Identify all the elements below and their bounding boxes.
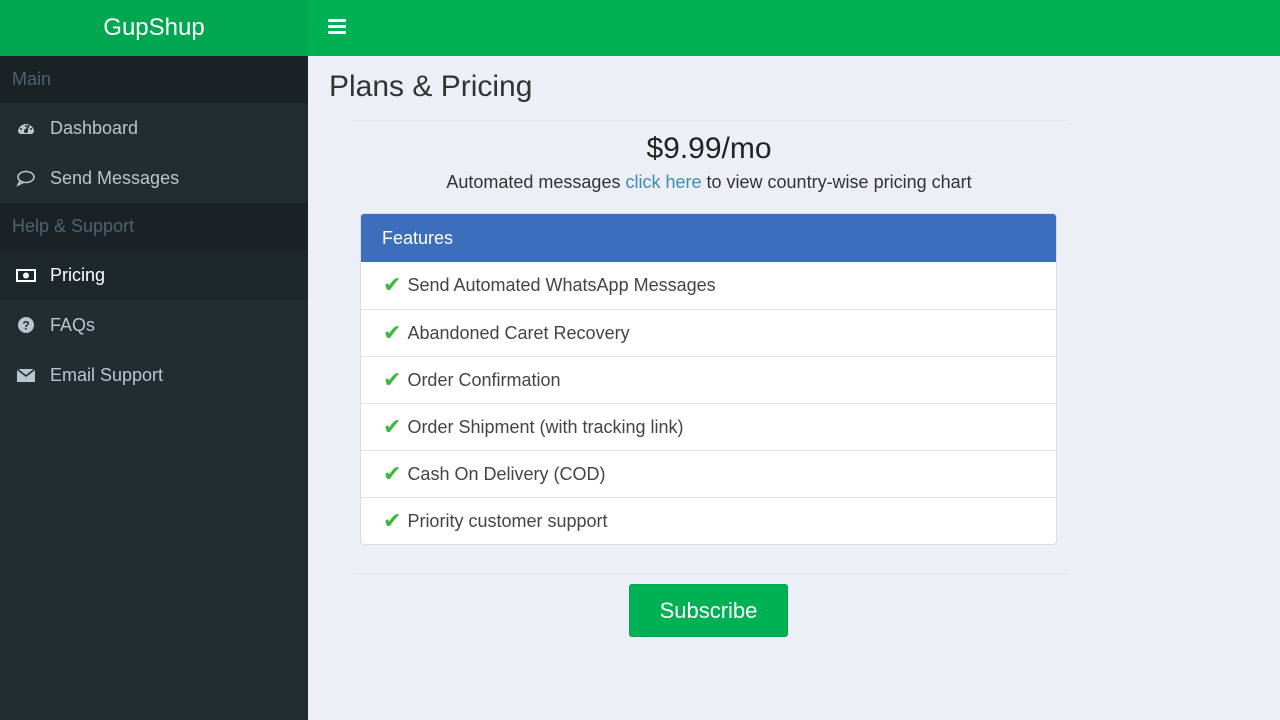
subscribe-button[interactable]: Subscribe — [629, 584, 788, 637]
feature-item: ✔ Order Confirmation — [361, 356, 1056, 403]
feature-item: ✔ Abandoned Caret Recovery — [361, 309, 1056, 356]
sidebar-item-email-support[interactable]: Email Support — [0, 350, 308, 400]
question-circle-icon: ? — [16, 315, 36, 335]
pricing-subtitle: Automated messages click here to view co… — [308, 172, 1110, 193]
feature-list: ✔ Send Automated WhatsApp Messages ✔ Abando… — [361, 262, 1056, 544]
feature-item: ✔ Order Shipment (with tracking link) — [361, 403, 1056, 450]
envelope-icon — [16, 365, 36, 385]
sidebar-item-label: Dashboard — [50, 117, 139, 138]
sidebar-section-main: Main — [0, 56, 308, 103]
page-title: Plans & Pricing — [329, 70, 533, 103]
sidebar-item-dashboard[interactable]: Dashboard — [0, 103, 308, 153]
subtitle-suffix: to view country-wise pricing chart — [706, 172, 972, 192]
divider — [353, 120, 1068, 121]
checkmark-icon: ✔ — [383, 273, 402, 298]
checkmark-icon: ✔ — [383, 414, 402, 440]
feature-item: ✔ Priority customer support — [361, 497, 1056, 544]
sidebar-section-help: Help & Support — [0, 203, 308, 250]
feature-label: Abandoned Caret Recovery — [407, 322, 630, 343]
chat-bubble-icon — [16, 168, 36, 188]
features-header: Features — [361, 214, 1056, 262]
country-pricing-link[interactable]: click here — [625, 172, 701, 192]
feature-item: ✔ Send Automated WhatsApp Messages — [361, 262, 1056, 309]
checkmark-icon: ✔ — [383, 320, 402, 346]
main-content: Plans & Pricing $9.99/mo Automated messa… — [308, 56, 1280, 720]
features-panel: Features ✔ Send Automated WhatsApp Messag… — [360, 213, 1057, 545]
top-navbar — [308, 0, 1280, 56]
sidebar-item-label: FAQs — [50, 314, 96, 335]
feature-label: Order Shipment (with tracking link) — [407, 416, 684, 437]
sidebar-item-label: Email Support — [50, 364, 164, 385]
hamburger-icon[interactable] — [328, 19, 346, 37]
sidebar-item-send-messages[interactable]: Send Messages — [0, 153, 308, 203]
feature-label: Order Confirmation — [407, 369, 561, 390]
divider — [353, 573, 1068, 574]
feature-label: Priority customer support — [407, 510, 608, 531]
sidebar-item-label: Pricing — [50, 264, 106, 285]
sidebar-item-pricing[interactable]: Pricing — [0, 250, 308, 300]
checkmark-icon: ✔ — [383, 508, 402, 534]
sidebar: GupShup Main Dashboard Send Messages Hel… — [0, 0, 308, 720]
feature-label: Cash On Delivery (COD) — [407, 463, 606, 484]
svg-text:?: ? — [22, 319, 29, 333]
sidebar-item-label: Send Messages — [50, 167, 180, 188]
checkmark-icon: ✔ — [383, 461, 402, 487]
money-icon — [16, 265, 36, 285]
feature-label: Send Automated WhatsApp Messages — [407, 275, 716, 295]
subtitle-prefix: Automated messages — [446, 172, 621, 192]
plan-price: $9.99/mo — [646, 132, 772, 165]
checkmark-icon: ✔ — [383, 367, 402, 393]
feature-item: ✔ Cash On Delivery (COD) — [361, 450, 1056, 497]
dashboard-icon — [16, 118, 36, 138]
sidebar-item-faqs[interactable]: ? FAQs — [0, 300, 308, 350]
brand-logo[interactable]: GupShup — [0, 0, 308, 56]
